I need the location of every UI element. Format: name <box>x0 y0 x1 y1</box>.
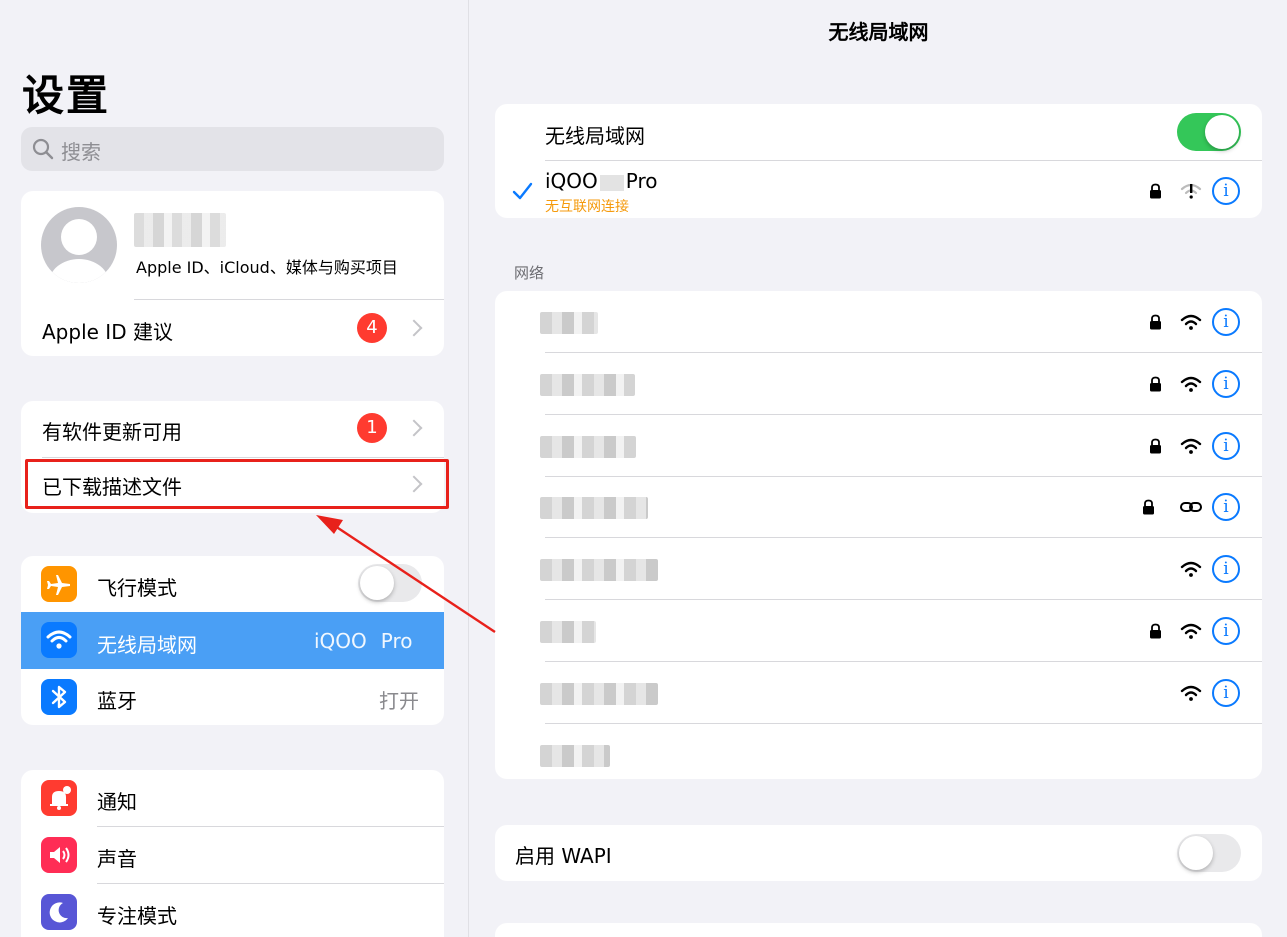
network-name-redacted <box>540 497 648 520</box>
software-update-badge: 1 <box>357 413 387 443</box>
network-name-redacted <box>540 559 658 582</box>
info-icon[interactable]: i <box>1212 555 1240 584</box>
notifications-label: 通知 <box>97 790 137 814</box>
moon-icon <box>41 894 77 930</box>
apps-card: 通知 声音 专注模式 <box>21 770 444 937</box>
sidebar-title: 设置 <box>22 71 111 120</box>
network-name-redacted <box>540 621 596 643</box>
page-title: 无线局域网 <box>828 20 929 44</box>
software-update-label: 有软件更新可用 <box>42 420 182 444</box>
wifi-toggle[interactable] <box>1177 113 1241 151</box>
profile-subtitle: Apple ID、iCloud、媒体与购买项目 <box>136 258 398 277</box>
bluetooth-icon <box>41 679 77 715</box>
network-name-redacted <box>540 373 635 396</box>
lock-icon <box>1150 438 1161 454</box>
lock-icon <box>1150 623 1161 639</box>
wifi-icon <box>1180 561 1202 578</box>
info-icon[interactable]: i <box>1212 369 1240 398</box>
search-icon <box>32 138 54 160</box>
network-name-redacted <box>540 435 636 458</box>
apple-id-suggestion-label: Apple ID 建议 <box>42 320 173 344</box>
sounds-row[interactable]: 声音 <box>21 827 444 883</box>
profile-card: Apple ID、iCloud、媒体与购买项目 Apple ID 建议 4 <box>21 191 444 356</box>
chevron-right-icon <box>405 319 423 337</box>
wapi-label: 启用 WAPI <box>515 844 612 868</box>
connected-name: iQOO <box>545 169 598 193</box>
highlight-box <box>25 459 449 509</box>
bottom-card <box>495 923 1262 937</box>
info-icon[interactable]: i <box>1212 431 1240 460</box>
wapi-toggle[interactable] <box>1177 834 1241 872</box>
wifi-icon <box>1180 376 1202 392</box>
network-name-redacted <box>540 312 598 334</box>
apple-id-suggestion-row[interactable]: Apple ID 建议 4 <box>21 300 444 356</box>
connected-network-name: iQOO Pro <box>545 169 658 193</box>
avatar <box>41 207 117 283</box>
network-row[interactable]: i <box>495 600 1262 662</box>
software-update-row[interactable]: 有软件更新可用 1 <box>21 401 444 457</box>
apple-id-badge: 4 <box>357 313 387 343</box>
airplane-icon <box>41 566 77 602</box>
network-row[interactable]: i <box>495 476 1262 539</box>
network-row[interactable]: i <box>495 291 1262 353</box>
airplane-mode-label: 飞行模式 <box>97 576 177 600</box>
connected-name-suffix: Pro <box>625 169 658 193</box>
sounds-label: 声音 <box>97 847 137 871</box>
wifi-warning-icon <box>1180 183 1202 199</box>
search-field[interactable]: 搜索 <box>21 127 444 171</box>
profile-name-redacted <box>134 213 226 247</box>
network-name-redacted <box>540 682 658 705</box>
wifi-icon <box>1180 685 1202 701</box>
connectivity-card: 飞行模式 无线局域网 iQOO Pro 蓝牙 打开 <box>21 556 444 725</box>
info-icon[interactable]: i <box>1212 308 1240 336</box>
network-row[interactable]: i <box>495 538 1262 601</box>
info-icon[interactable]: i <box>1212 617 1240 645</box>
wifi-label: 无线局域网 <box>97 633 197 657</box>
network-row[interactable] <box>495 724 1262 786</box>
wifi-value: iQOO Pro <box>314 629 413 653</box>
notifications-row[interactable]: 通知 <box>21 770 444 826</box>
sidebar-item-wifi[interactable]: 无线局域网 iQOO Pro <box>21 612 444 669</box>
wifi-value-name: iQOO <box>314 629 367 653</box>
speaker-icon <box>41 837 77 873</box>
wifi-icon <box>1180 623 1202 639</box>
link-icon <box>1180 502 1202 513</box>
checkmark-icon <box>512 182 533 200</box>
lock-icon <box>1150 314 1161 330</box>
info-icon[interactable]: i <box>1212 678 1240 707</box>
lock-icon <box>1150 183 1161 199</box>
focus-row[interactable]: 专注模式 <box>21 884 444 937</box>
networks-header: 网络 <box>514 264 545 282</box>
chevron-right-icon <box>405 419 423 437</box>
wapi-card: 启用 WAPI <box>495 825 1262 881</box>
focus-label: 专注模式 <box>97 904 177 928</box>
bluetooth-label: 蓝牙 <box>97 689 137 713</box>
network-name-redacted <box>540 744 610 767</box>
info-icon[interactable]: i <box>1212 177 1240 205</box>
lock-icon <box>1150 376 1161 392</box>
wifi-icon <box>1180 314 1202 330</box>
wifi-icon <box>41 622 77 658</box>
sidebar: 设置 搜索 Apple ID、iCloud、媒体与购买项目 Apple ID 建… <box>0 0 469 937</box>
network-row[interactable]: i <box>495 662 1262 724</box>
notification-bell-icon <box>41 780 77 816</box>
profile-row[interactable]: Apple ID、iCloud、媒体与购买项目 <box>21 191 444 299</box>
network-row[interactable]: i <box>495 415 1262 477</box>
wifi-icon <box>1180 438 1202 454</box>
search-placeholder: 搜索 <box>61 140 101 164</box>
network-row[interactable]: i <box>495 353 1262 415</box>
connection-status: 无互联网连接 <box>545 199 629 215</box>
bluetooth-value: 打开 <box>379 689 419 713</box>
airplane-mode-row[interactable]: 飞行模式 <box>21 556 444 612</box>
lock-icon <box>1143 499 1154 515</box>
wifi-toggle-label: 无线局域网 <box>545 124 645 148</box>
bluetooth-row[interactable]: 蓝牙 打开 <box>21 669 444 725</box>
airplane-mode-toggle[interactable] <box>358 564 422 602</box>
info-icon[interactable]: i <box>1212 493 1240 522</box>
wifi-value-suffix: Pro <box>380 629 413 653</box>
